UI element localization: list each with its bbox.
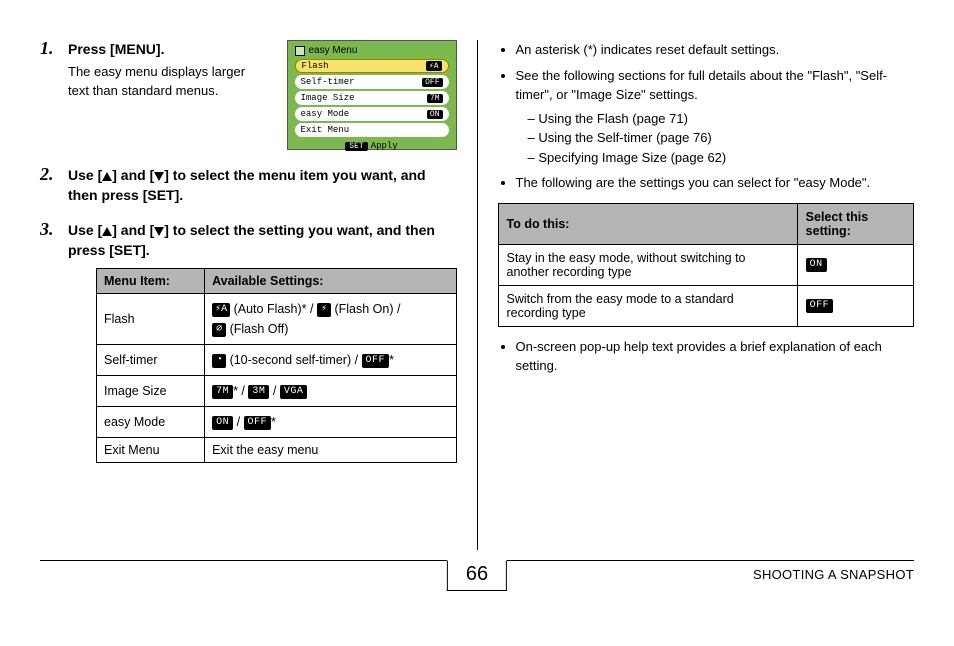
cell-available: ◔ (10-second self-timer) / OFF* xyxy=(205,345,457,376)
easy-menu-title: easy Menu xyxy=(291,44,453,59)
vga-icon: VGA xyxy=(280,385,308,399)
cell-menu-item: Flash xyxy=(97,294,205,345)
easy-menu-row-imagesize: Image Size 7M xyxy=(295,91,449,105)
step-body: The easy menu displays larger text than … xyxy=(68,62,267,101)
left-column: 1. Press [MENU]. The easy menu displays … xyxy=(40,40,457,550)
easy-menu-title-icon xyxy=(295,46,305,56)
easy-menu-title-text: easy Menu xyxy=(309,45,358,56)
table-row: Self-timer ◔ (10-second self-timer) / OF… xyxy=(97,345,457,376)
cell-setting: ON xyxy=(797,244,913,285)
flash-auto-icon: ⚡A xyxy=(426,61,442,71)
triangle-up-icon xyxy=(102,172,112,181)
easy-menu-row-flash: Flash ⚡A xyxy=(295,59,449,73)
table-row: Switch from the easy mode to a standard … xyxy=(498,285,914,326)
cell-available: Exit the easy menu xyxy=(205,438,457,463)
table-row: Stay in the easy mode, without switching… xyxy=(498,244,914,285)
step-number: 2. xyxy=(40,164,54,185)
table-row: Flash ⚡A (Auto Flash)* / ⚡ (Flash On) / … xyxy=(97,294,457,345)
flash-off-icon: ⌀ xyxy=(212,323,226,337)
easy-menu-row-easymode: easy Mode ON xyxy=(295,107,449,121)
table-header: To do this: xyxy=(498,203,797,244)
em-label: Exit Menu xyxy=(301,125,350,135)
dash-item: Using the Self-timer (page 76) xyxy=(528,128,915,148)
menu-settings-table: Menu Item: Available Settings: Flash ⚡A … xyxy=(96,268,457,463)
easy-menu-screenshot: easy Menu Flash ⚡A Self-timer OFF Image … xyxy=(287,40,457,150)
cell-menu-item: Exit Menu xyxy=(97,438,205,463)
step-number: 1. xyxy=(40,38,54,59)
em-label: Image Size xyxy=(301,93,355,103)
easy-menu-row-exit: Exit Menu xyxy=(295,123,449,137)
bullet-item: The following are the settings you can s… xyxy=(516,173,915,193)
apply-label: Apply xyxy=(371,141,398,151)
triangle-down-icon xyxy=(154,227,164,236)
step-2: 2. Use [] and [] to select the menu item… xyxy=(40,166,457,205)
em-label: Self-timer xyxy=(301,77,355,87)
cell-available: 7M* / 3M / VGA xyxy=(205,376,457,407)
column-divider xyxy=(477,40,478,550)
flash-on-icon: ⚡ xyxy=(317,303,331,317)
step-number: 3. xyxy=(40,219,54,240)
table-row: easy Mode ON / OFF* xyxy=(97,407,457,438)
auto-flash-icon: ⚡A xyxy=(212,303,230,317)
size-icon: 7M xyxy=(427,94,443,103)
cell-available: ON / OFF* xyxy=(205,407,457,438)
page-number: 66 xyxy=(447,560,507,591)
cell-menu-item: Image Size xyxy=(97,376,205,407)
cell-todo: Stay in the easy mode, without switching… xyxy=(498,244,797,285)
right-column: An asterisk (*) indicates reset default … xyxy=(498,40,915,550)
table-header: Menu Item: xyxy=(97,269,205,294)
off-icon: OFF xyxy=(422,78,442,87)
em-label: easy Mode xyxy=(301,109,350,119)
step-3: 3. Use [] and [] to select the setting y… xyxy=(40,221,457,463)
dash-item: Specifying Image Size (page 62) xyxy=(528,148,915,168)
table-row: Image Size 7M* / 3M / VGA xyxy=(97,376,457,407)
triangle-up-icon xyxy=(102,227,112,236)
table-row: Exit Menu Exit the easy menu xyxy=(97,438,457,463)
set-icon: SET xyxy=(345,142,367,151)
step-1: 1. Press [MENU]. The easy menu displays … xyxy=(40,40,457,150)
step-heading: Use [] and [] to select the setting you … xyxy=(68,221,457,260)
cell-todo: Switch from the easy mode to a standard … xyxy=(498,285,797,326)
step-heading: Use [] and [] to select the menu item yo… xyxy=(68,166,457,205)
off-icon: OFF xyxy=(244,416,272,430)
on-icon: ON xyxy=(806,258,827,272)
bullet-item: An asterisk (*) indicates reset default … xyxy=(516,40,915,60)
on-icon: ON xyxy=(427,110,443,119)
section-title: SHOOTING A SNAPSHOT xyxy=(753,567,914,582)
bullet-item: See the following sections for full deta… xyxy=(516,66,915,168)
off-icon: OFF xyxy=(362,354,390,368)
timer-icon: ◔ xyxy=(212,354,226,368)
size-7m-icon: 7M xyxy=(212,385,233,399)
on-icon: ON xyxy=(212,416,233,430)
em-label: Flash xyxy=(302,61,329,71)
cell-menu-item: easy Mode xyxy=(97,407,205,438)
table-header: Select this setting: xyxy=(797,203,913,244)
cell-setting: OFF xyxy=(797,285,913,326)
easy-mode-table: To do this: Select this setting: Stay in… xyxy=(498,203,915,327)
bullet-item: On-screen pop-up help text provides a br… xyxy=(516,337,915,376)
table-header-row: To do this: Select this setting: xyxy=(498,203,914,244)
easy-menu-footer: SET Apply xyxy=(291,139,453,151)
table-header: Available Settings: xyxy=(205,269,457,294)
triangle-down-icon xyxy=(154,172,164,181)
off-icon: OFF xyxy=(806,299,834,313)
table-header-row: Menu Item: Available Settings: xyxy=(97,269,457,294)
step-heading: Press [MENU]. xyxy=(68,40,267,60)
easy-menu-row-selftimer: Self-timer OFF xyxy=(295,75,449,89)
dash-item: Using the Flash (page 71) xyxy=(528,109,915,129)
cell-available: ⚡A (Auto Flash)* / ⚡ (Flash On) / ⌀ (Fla… xyxy=(205,294,457,345)
cell-menu-item: Self-timer xyxy=(97,345,205,376)
size-3m-icon: 3M xyxy=(248,385,269,399)
page-footer: 66 SHOOTING A SNAPSHOT xyxy=(40,560,914,600)
